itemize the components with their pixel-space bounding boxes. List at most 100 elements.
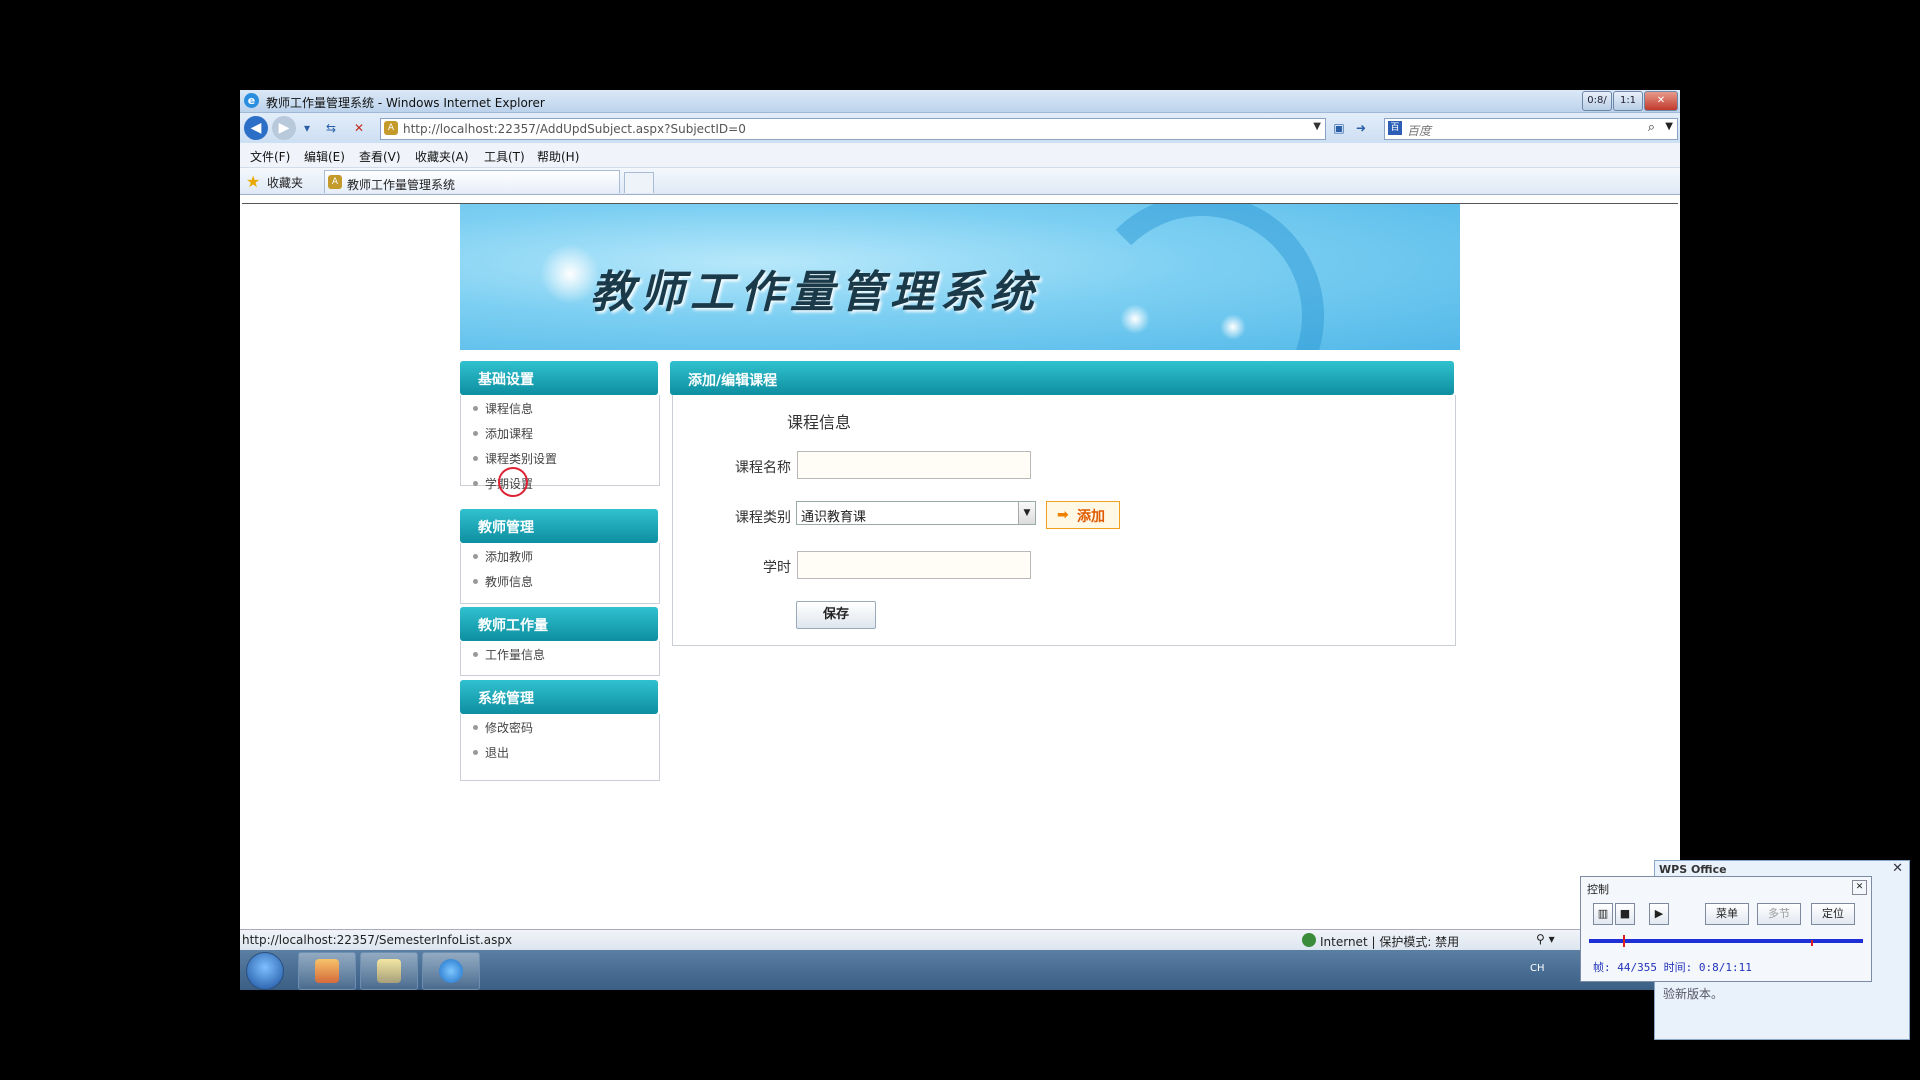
taskbar-item-tools[interactable]: [360, 952, 418, 990]
progress-marker[interactable]: [1623, 935, 1625, 947]
course-category-value: 通识教育课: [801, 510, 867, 525]
favorites-star-icon[interactable]: ★: [246, 172, 260, 191]
address-bar[interactable]: A http://localhost:22357/AddUpdSubject.a…: [380, 118, 1326, 140]
close-icon[interactable]: ✕: [1852, 880, 1867, 895]
tools-app-icon: [377, 959, 401, 983]
banner-glow: [1120, 304, 1150, 334]
stop-icon[interactable]: ■: [1615, 903, 1635, 925]
favorites-label[interactable]: 收藏夹: [267, 174, 303, 191]
start-button[interactable]: [246, 952, 284, 990]
close-icon[interactable]: ✕: [1892, 861, 1903, 876]
bullet-icon: [473, 554, 478, 559]
bullet-icon: [473, 456, 478, 461]
menu-file[interactable]: 文件(F): [250, 148, 290, 165]
add-category-button[interactable]: ➡ 添加: [1046, 501, 1120, 529]
bullet-icon: [473, 652, 478, 657]
search-dropdown-icon[interactable]: ▼: [1665, 121, 1673, 132]
main-panel-header: 添加/编辑课程: [670, 361, 1454, 395]
menu-edit[interactable]: 编辑(E): [304, 148, 345, 165]
save-button[interactable]: 保存: [796, 601, 876, 629]
player-app-icon: [315, 959, 339, 983]
control-panel-title: 控制: [1587, 883, 1609, 896]
sidebar-link-change-password[interactable]: 修改密码: [485, 719, 533, 736]
sidebar-section-system-management: 修改密码 退出: [460, 714, 660, 781]
tab-favicon-icon: A: [328, 175, 342, 189]
restore-button[interactable]: 1:1: [1613, 91, 1643, 111]
close-button[interactable]: ✕: [1644, 91, 1678, 111]
sidebar-link-course-category[interactable]: 课程类别设置: [485, 450, 557, 467]
menu-tools[interactable]: 工具(T): [484, 148, 525, 165]
course-form: 课程信息 课程名称 课程类别 通识教育课 ▼ ➡ 添加 学时 保存: [672, 395, 1456, 646]
globe-icon: [1302, 933, 1316, 947]
window-title: 教师工作量管理系统 - Windows Internet Explorer: [266, 96, 545, 110]
sidebar-link-logout[interactable]: 退出: [485, 744, 509, 761]
search-box[interactable]: 百 百度 ⌕ ▼: [1384, 118, 1678, 140]
menu-bar: 文件(F) 编辑(E) 查看(V) 收藏夹(A) 工具(T) 帮助(H): [240, 143, 1680, 168]
course-category-label: 课程类别: [735, 510, 791, 526]
hours-input[interactable]: [797, 551, 1031, 579]
back-icon[interactable]: ◀: [244, 116, 268, 140]
search-provider-icon: 百: [1388, 121, 1402, 135]
tab-title[interactable]: 教师工作量管理系统: [347, 176, 455, 193]
tray-language[interactable]: CH: [1530, 963, 1545, 974]
compatibility-icon[interactable]: ▣: [1330, 119, 1348, 137]
status-url: http://localhost:22357/SemesterInfoList.…: [242, 933, 513, 947]
sidebar-header-teacher-workload: 教师工作量: [460, 607, 658, 641]
site-favicon-icon: A: [384, 121, 398, 135]
chevron-down-icon[interactable]: ▼: [1018, 502, 1035, 524]
multi-section-button[interactable]: 多节: [1757, 903, 1801, 925]
address-url[interactable]: http://localhost:22357/AddUpdSubject.asp…: [403, 122, 746, 136]
course-category-select[interactable]: 通识教育课 ▼: [796, 501, 1036, 525]
menu-favorites[interactable]: 收藏夹(A): [415, 148, 469, 165]
history-dropdown-icon[interactable]: ▾: [298, 119, 316, 137]
taskbar-item-ie[interactable]: [422, 952, 480, 990]
frame-time-info: 帧: 44/355 时间: 0:8/1:11: [1593, 961, 1752, 974]
sidebar-link-add-teacher[interactable]: 添加教师: [485, 548, 533, 565]
sidebar-section-basic-settings: 课程信息 添加课程 课程类别设置 学期设置: [460, 395, 660, 491]
mouse-cursor-highlight: [498, 467, 528, 497]
wps-message: 验新版本。: [1663, 987, 1724, 1001]
browser-tab-active[interactable]: A 教师工作量管理系统: [324, 170, 620, 193]
progress-track[interactable]: [1589, 939, 1863, 943]
course-name-input[interactable]: [797, 451, 1031, 479]
sidebar-section-teacher-workload: 工作量信息: [460, 641, 660, 676]
forward-icon[interactable]: ▶: [272, 116, 296, 140]
menu-view[interactable]: 查看(V): [359, 148, 401, 165]
title-bar: e 教师工作量管理系统 - Windows Internet Explorer …: [240, 90, 1680, 113]
ie-window: e 教师工作量管理系统 - Windows Internet Explorer …: [240, 90, 1680, 990]
stop-icon[interactable]: ✕: [350, 119, 368, 137]
sidebar-link-course-info[interactable]: 课程信息: [485, 400, 533, 417]
go-icon[interactable]: ➜: [1352, 119, 1370, 137]
bullet-icon: [473, 750, 478, 755]
refresh-icon[interactable]: ⇆: [322, 119, 340, 137]
zoom-icon[interactable]: ⚲ ▾: [1536, 932, 1555, 946]
minimize-button[interactable]: 0:8/: [1582, 91, 1612, 111]
banner-title: 教师工作量管理系统: [590, 267, 1040, 318]
course-name-label: 课程名称: [735, 460, 791, 476]
page-content: 教师工作量管理系统 基础设置 课程信息 添加课程 课程类别设置 学期设置 教师管…: [242, 203, 1678, 934]
ie-logo-icon: e: [244, 93, 259, 108]
security-zone[interactable]: Internet | 保护模式: 禁用: [1320, 933, 1459, 950]
pause-icon[interactable]: ▥: [1593, 903, 1613, 925]
new-tab-button[interactable]: [624, 172, 654, 193]
sidebar-link-teacher-info[interactable]: 教师信息: [485, 573, 533, 590]
status-bar: http://localhost:22357/SemesterInfoList.…: [240, 929, 1680, 950]
address-dropdown-icon[interactable]: ▼: [1313, 121, 1321, 132]
bullet-icon: [473, 431, 478, 436]
locate-button[interactable]: 定位: [1811, 903, 1855, 925]
sidebar-header-label: 系统管理: [478, 691, 534, 707]
sidebar-header-teacher-management: 教师管理: [460, 509, 658, 543]
sidebar-header-label: 教师管理: [478, 520, 534, 536]
menu-button[interactable]: 菜单: [1705, 903, 1749, 925]
search-icon[interactable]: ⌕: [1648, 120, 1655, 135]
taskbar-item-player[interactable]: [298, 952, 356, 990]
sidebar-link-workload-info[interactable]: 工作量信息: [485, 646, 545, 663]
next-frame-icon[interactable]: ▶: [1649, 903, 1669, 925]
menu-help[interactable]: 帮助(H): [537, 148, 579, 165]
banner-swirl: [1080, 204, 1324, 350]
sidebar-header-label: 基础设置: [478, 372, 534, 388]
bullet-icon: [473, 481, 478, 486]
wps-logo: WPS Office: [1659, 863, 1727, 876]
sidebar-link-add-course[interactable]: 添加课程: [485, 425, 533, 442]
search-placeholder[interactable]: 百度: [1407, 122, 1431, 139]
